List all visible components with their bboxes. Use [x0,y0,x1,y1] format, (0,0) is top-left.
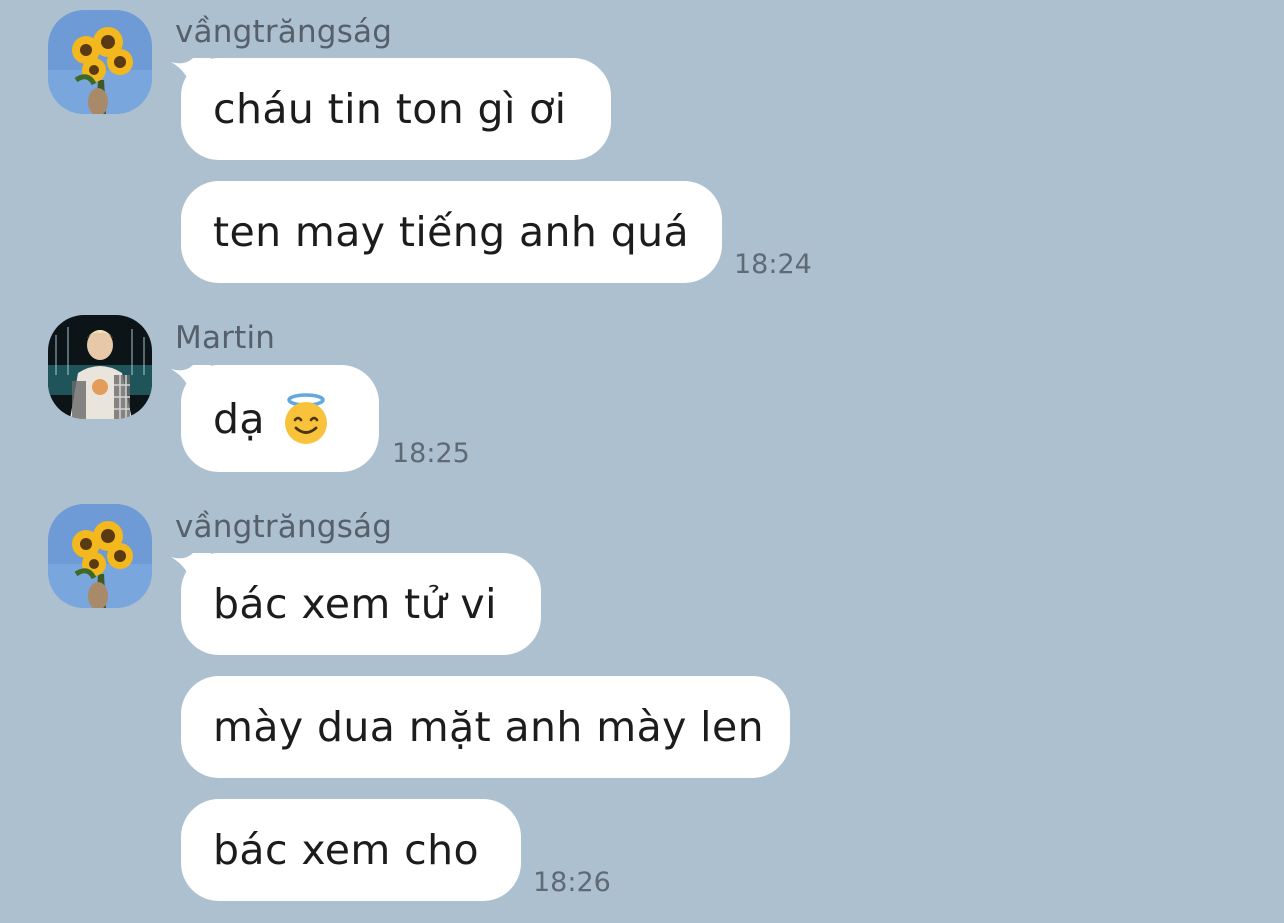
message-bubble[interactable]: bác xem tử vi [171,553,541,655]
message-text: bác xem cho [213,826,479,874]
message-text: dạ [213,394,265,443]
person-photo-avatar-icon[interactable] [48,315,152,419]
message-text: cháu tin ton gì ơi [213,85,567,133]
message-text: ten may tiếng anh quá [213,208,690,256]
message-text: mày dua mặt anh mày len [213,703,764,751]
bubble-tail [171,365,211,401]
message-time: 18:25 [392,438,470,469]
message-text: bác xem tử vi [213,580,497,628]
sender-name: vầngtrăngság [175,14,393,50]
message-bubble[interactable]: cháu tin ton gì ơi [171,58,611,160]
bubble-tail [171,553,211,589]
sender-name: Martin [175,320,276,356]
message-time: 18:26 [533,867,611,898]
bubble-tail [171,58,211,94]
message-bubble[interactable]: dạ [171,365,379,472]
smiling-face-with-halo-emoji-icon [284,392,327,444]
message-bubble[interactable]: bác xem cho [181,799,521,901]
message-bubble[interactable]: mày dua mặt anh mày len [181,676,790,778]
sunflower-avatar-icon[interactable] [48,504,152,608]
sender-name: vầngtrăngság [175,509,393,545]
sunflower-avatar-icon[interactable] [48,10,152,114]
message-bubble[interactable]: ten may tiếng anh quá [181,181,722,283]
message-time: 18:24 [734,249,812,280]
